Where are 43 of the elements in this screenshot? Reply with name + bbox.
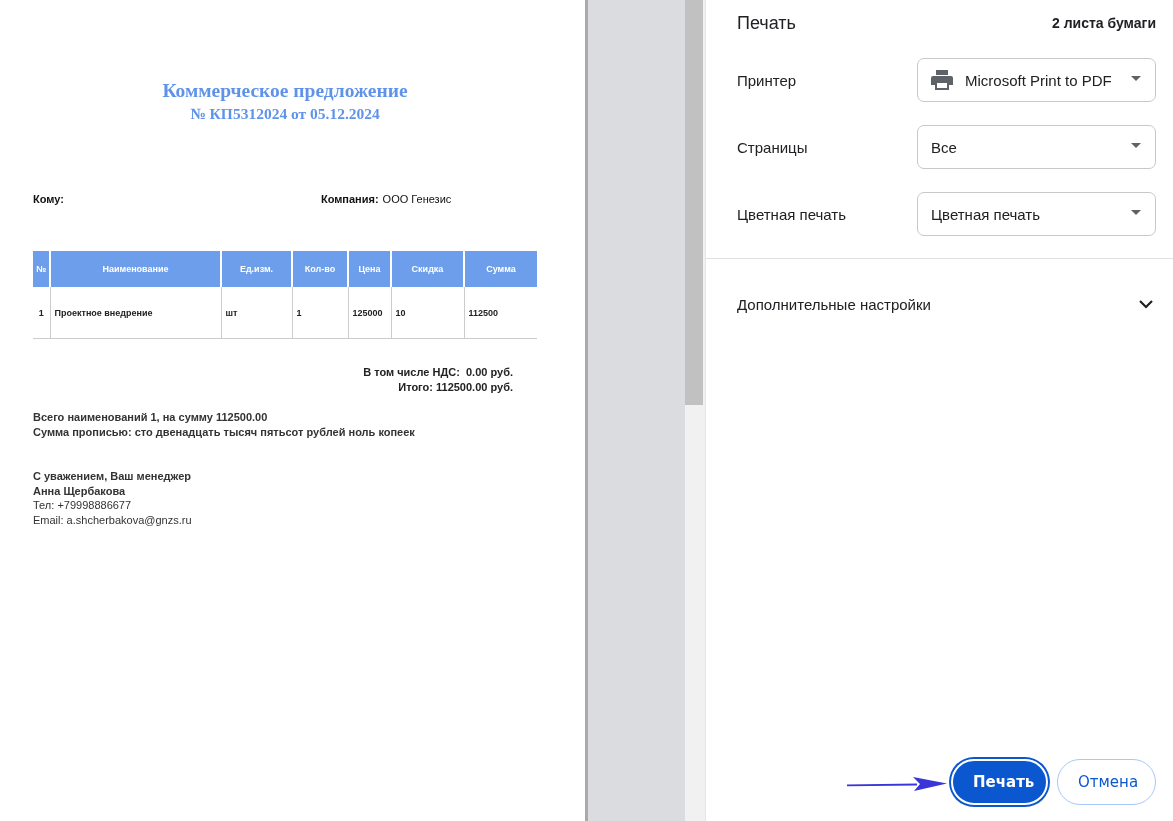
column-header: Скидка [391,251,464,287]
company-label: Компания: [320,192,379,206]
table-cell: 10 [391,287,464,339]
column-header: Ед.изм. [221,251,292,287]
recipient-label: Кому: [33,192,64,206]
table-cell: Проектное внедрение [50,287,221,339]
caret-icon [1131,209,1141,215]
column-header: Цена [348,251,391,287]
summary-line: Сумма прописью: сто двенадцать тысяч пятьсот рублей ноль копеек [33,425,415,440]
column-header: Кол-во [292,251,348,287]
signature-line: Email: a.shcherbakova@gnzs.ru [33,513,192,528]
scrollbar[interactable] [685,0,705,821]
dialog-title: Печать [737,12,796,34]
caret-icon [1131,75,1141,81]
column-header: Наименование [50,251,221,287]
company-name: ООО Генезис [382,192,452,206]
more-settings-toggle[interactable]: Дополнительные настройки [706,296,1173,313]
setting-label: Цветная печать [737,205,847,223]
scrollbar-thumb[interactable] [685,0,703,405]
sheet-count: 2 листа бумаги [1052,15,1156,31]
document-number: № КП5312024 от 05.12.2024 [189,104,381,124]
signature-line: С уважением, Ваш менеджер [33,469,192,484]
summary-line: Всего наименований 1, на сумму 112500.00 [33,410,268,425]
total-line: Итого: 112500.00 руб. [398,380,513,395]
print-button[interactable]: Печать [951,759,1048,805]
column-header: Сумма [464,251,537,287]
table-cell: 1 [292,287,348,339]
cancel-button[interactable]: Отмена [1057,759,1156,805]
signature-line: Анна Щербакова [33,483,126,499]
printer-icon [931,70,953,90]
dropdown[interactable]: Microsoft Print to PDF [917,58,1156,102]
table-cell: шт [221,287,292,339]
setting-label: Принтер [737,71,798,89]
table-cell: 125000 [348,287,391,339]
caret-icon [1131,142,1141,148]
document-title: Коммерческое предложение [161,79,409,103]
total-line: В том числе НДС: 0.00 руб. [363,365,513,380]
setting-label: Страницы [737,138,809,156]
dropdown[interactable]: Цветная печать [917,192,1156,236]
signature-line: Тел: +79998886677 [33,498,132,514]
table-cell: 1 [33,287,50,339]
table-cell: 112500 [464,287,537,339]
dropdown[interactable]: Все [917,125,1156,169]
